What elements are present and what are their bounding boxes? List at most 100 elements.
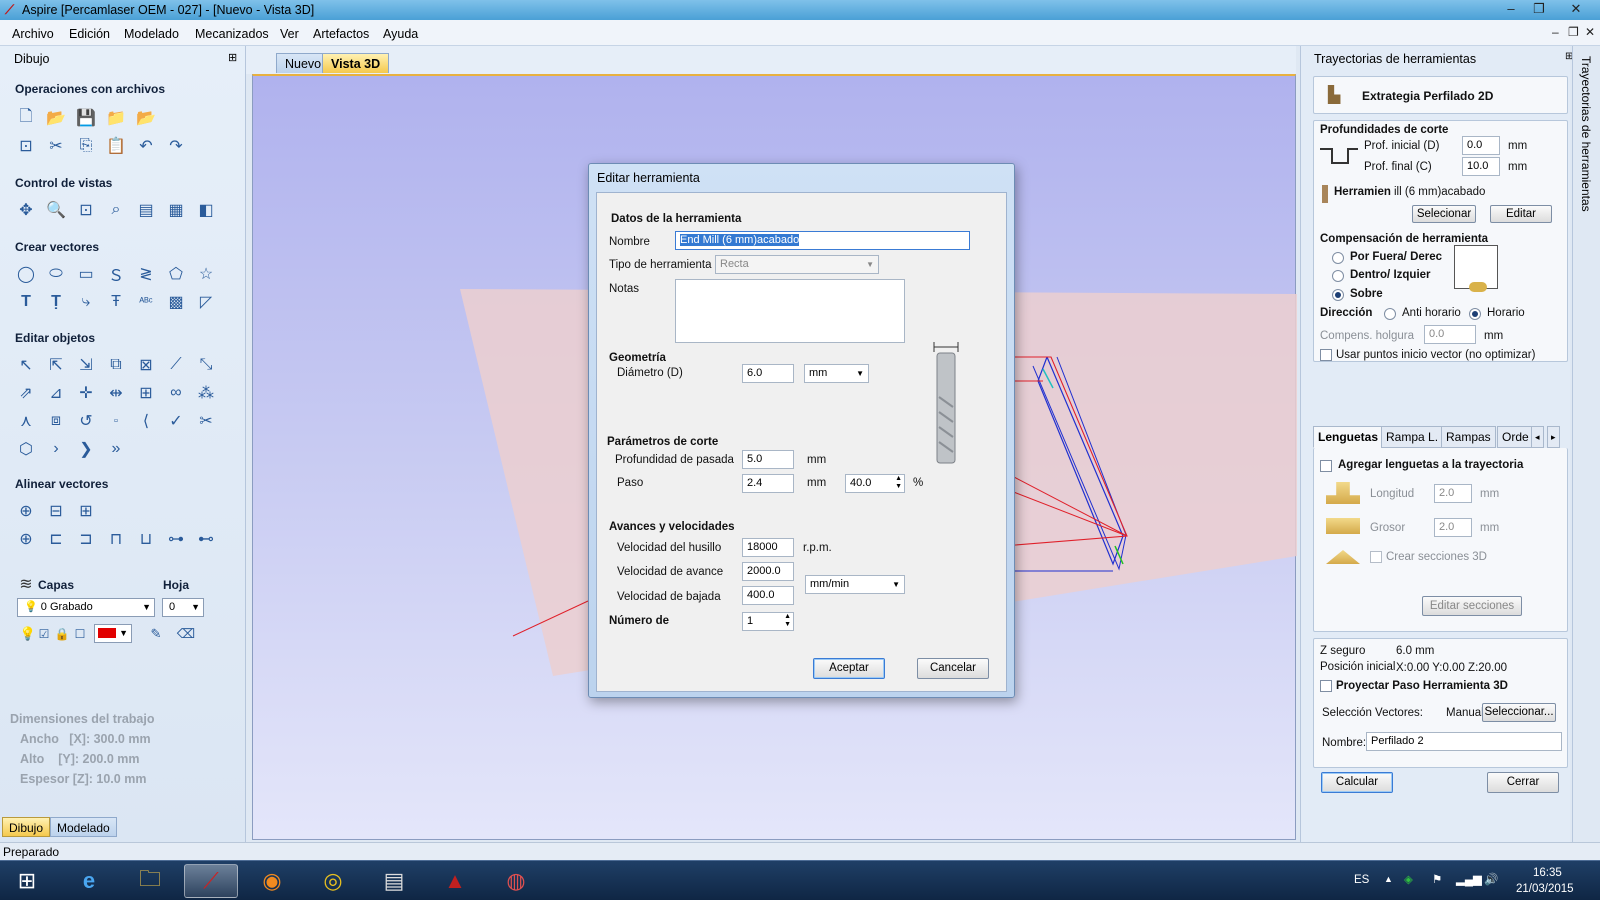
text-fit-icon[interactable]: Ŧ	[104, 290, 128, 314]
layer-select[interactable]: 💡 0 Grabado ▼	[17, 598, 155, 617]
align-right-icon[interactable]: ⊐	[74, 527, 98, 551]
group-icon[interactable]: ⧉	[104, 353, 128, 377]
curve-icon[interactable]: Ｓ	[104, 262, 128, 286]
circle-icon[interactable]: ◯	[14, 262, 38, 286]
arrow-icon[interactable]: ❯	[74, 437, 98, 461]
boundary-icon[interactable]: ⬡	[14, 437, 38, 461]
layer-manager-icon[interactable]: ✎	[144, 622, 168, 646]
language-indicator[interactable]: ES	[1354, 874, 1369, 886]
clock-time[interactable]: 16:35	[1533, 867, 1562, 879]
fillet-icon[interactable]: ↺	[74, 409, 98, 433]
start-depth-input[interactable]: 0.0	[1462, 136, 1500, 155]
mdi-minimize-icon[interactable]: –	[1552, 25, 1559, 39]
tray-app-icon[interactable]: ◈	[1404, 872, 1413, 886]
view-2d3d-icon[interactable]: ◧	[194, 198, 218, 222]
ellipse-icon[interactable]: ⬭	[44, 262, 68, 286]
zoom-icon[interactable]: 🔍	[44, 198, 68, 222]
text-icon[interactable]: T	[14, 290, 38, 314]
edit-sections-button[interactable]: Editar secciones	[1422, 596, 1522, 616]
zoom-all-icon[interactable]: ⊡	[74, 198, 98, 222]
select-icon[interactable]: ↖	[14, 353, 38, 377]
scissors-icon[interactable]: ✂	[194, 409, 218, 433]
clock-date[interactable]: 21/03/2015	[1516, 883, 1574, 895]
allowance-input[interactable]: 0.0	[1424, 325, 1476, 344]
tray-expand-icon[interactable]: ▲	[1384, 874, 1393, 884]
menu-ayuda[interactable]: Ayuda	[383, 27, 418, 41]
use-start-points-checkbox[interactable]	[1320, 349, 1332, 361]
draw-icon[interactable]: ◸	[194, 290, 218, 314]
side-tab-toolpaths[interactable]: Trayectorias de herramientas	[1572, 46, 1600, 842]
align-vcenter-icon[interactable]: ⊞	[74, 499, 98, 523]
select-vectors-button[interactable]: Seleccionar...	[1482, 703, 1556, 722]
text-curve-icon[interactable]: ⤷	[74, 290, 98, 314]
layer-color-select[interactable]: ▼	[94, 624, 132, 643]
join-icon[interactable]: ⋏	[14, 409, 38, 433]
move-icon[interactable]: ⇗	[14, 381, 38, 405]
copy-icon[interactable]: ⎘	[74, 134, 98, 158]
close-icon[interactable]: ✕	[1560, 0, 1592, 19]
plunge-input[interactable]: 400.0	[742, 586, 794, 605]
chrome-icon[interactable]: ◎	[306, 864, 360, 898]
rectangle-icon[interactable]: ▭	[74, 262, 98, 286]
toolpath-name-input[interactable]: Perfilado 2	[1366, 732, 1562, 751]
space-v-icon[interactable]: ⊷	[194, 527, 218, 551]
minimize-icon[interactable]: –	[1498, 0, 1524, 19]
measure-icon[interactable]: ⟋	[164, 353, 188, 377]
pass-depth-input[interactable]: 5.0	[742, 450, 794, 469]
add-tabs-checkbox[interactable]	[1320, 460, 1332, 472]
menu-ver[interactable]: Ver	[280, 27, 299, 41]
layout-icon[interactable]: ▤	[134, 198, 158, 222]
length-input[interactable]: 2.0	[1434, 484, 1472, 503]
menu-edicion[interactable]: Edición	[69, 27, 110, 41]
edit-tool-button[interactable]: Editar	[1490, 205, 1552, 223]
scale-icon[interactable]: ⤡	[194, 353, 218, 377]
close-panel-button[interactable]: Cerrar	[1487, 772, 1559, 793]
aspire-taskbar-icon[interactable]: ⟋	[184, 864, 238, 898]
align-bottom-icon[interactable]: ⊔	[134, 527, 158, 551]
transform-icon[interactable]: ⇲	[74, 353, 98, 377]
scanner-icon[interactable]: ▤	[367, 864, 421, 898]
firefox-icon[interactable]: ◉	[245, 864, 299, 898]
tab-dibujo[interactable]: Dibujo	[2, 817, 51, 837]
double-chevron-icon[interactable]: »	[104, 437, 128, 461]
tool-type-select[interactable]: Recta ▼	[715, 255, 879, 274]
menu-modelado[interactable]: Modelado	[124, 27, 179, 41]
stepover-input[interactable]: 2.4	[742, 474, 794, 493]
tool-name-input[interactable]: End Mill (6 mm)acabado	[675, 231, 970, 250]
locked-check-icon[interactable]: ☐	[68, 622, 92, 646]
curve-fit-icon[interactable]: ⟨	[134, 409, 158, 433]
create-3d-checkbox[interactable]	[1370, 551, 1382, 563]
weld-icon[interactable]: ∞	[164, 381, 188, 405]
chevron-right-icon[interactable]: ›	[44, 437, 68, 461]
flag-icon[interactable]: ⚑	[1432, 872, 1442, 886]
feed-input[interactable]: 2000.0	[742, 562, 794, 581]
ungroup-icon[interactable]: ⊠	[134, 353, 158, 377]
start-button-icon[interactable]: ⊞	[0, 864, 54, 898]
paste-icon[interactable]: 📋	[104, 134, 128, 158]
menu-mecanizados[interactable]: Mecanizados	[195, 27, 269, 41]
notes-textarea[interactable]	[675, 279, 905, 343]
cancel-button[interactable]: Cancelar	[917, 658, 989, 679]
volume-icon[interactable]: 🔊	[1484, 872, 1498, 886]
stepover-percent-input[interactable]: 40.0 ▲ ▼	[845, 474, 905, 493]
text-box-icon[interactable]: Ṭ	[44, 290, 68, 314]
star-icon[interactable]: ☆	[194, 262, 218, 286]
radio-ccw[interactable]	[1384, 308, 1396, 320]
radio-cw[interactable]	[1469, 308, 1481, 320]
number-input[interactable]: 1 ▲ ▼	[742, 612, 794, 631]
radio-inside[interactable]	[1332, 270, 1344, 282]
array-icon[interactable]: ▩	[164, 290, 188, 314]
sheet-select[interactable]: 0 ▼	[162, 598, 204, 617]
calculate-button[interactable]: Calcular	[1321, 772, 1393, 793]
thickness-input[interactable]: 2.0	[1434, 518, 1472, 537]
new-file-icon[interactable]: 🗋	[14, 106, 38, 130]
menu-archivo[interactable]: Archivo	[12, 27, 54, 41]
spin-arrows-icon[interactable]: ▲ ▼	[895, 475, 902, 491]
space-h-icon[interactable]: ⊶	[164, 527, 188, 551]
rotate-icon[interactable]: ✛	[74, 381, 98, 405]
select-tool-button[interactable]: Selecionar	[1412, 205, 1476, 223]
diameter-unit-select[interactable]: mm ▼	[804, 364, 869, 383]
mdi-restore-icon[interactable]: ❐	[1568, 25, 1579, 39]
undo-icon[interactable]: ↶	[134, 134, 158, 158]
project-3d-checkbox[interactable]	[1320, 680, 1332, 692]
